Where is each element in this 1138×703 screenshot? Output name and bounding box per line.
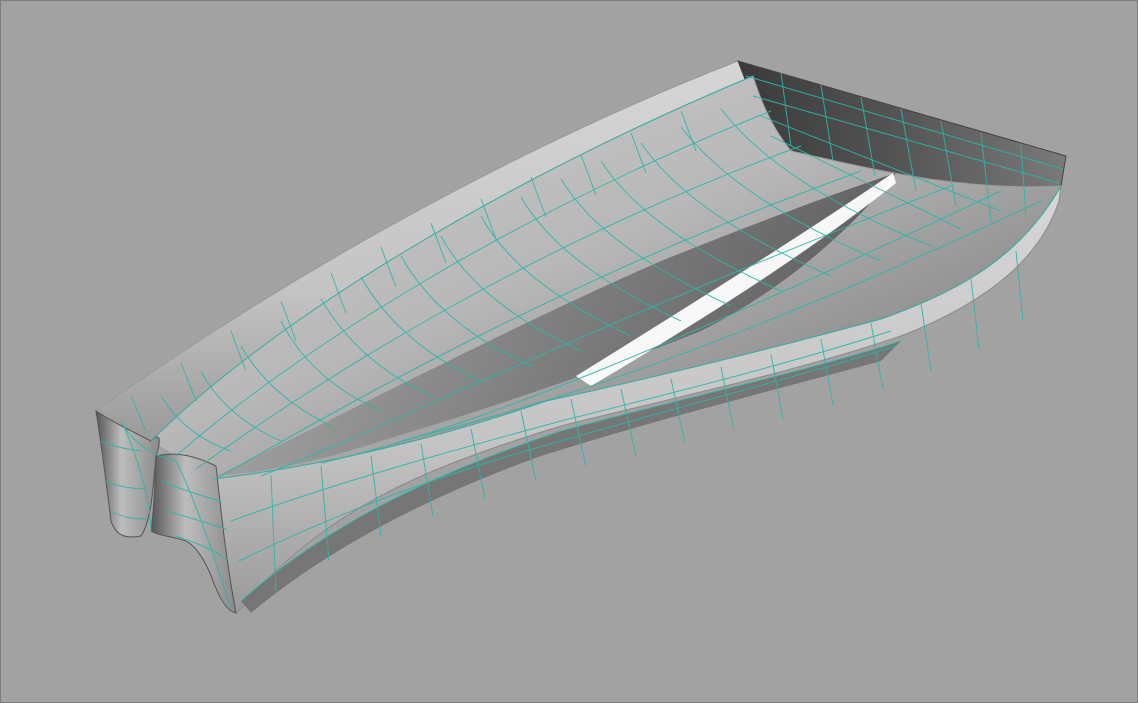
3d-viewport[interactable]	[0, 0, 1138, 703]
hull-model-render[interactable]	[1, 1, 1137, 702]
